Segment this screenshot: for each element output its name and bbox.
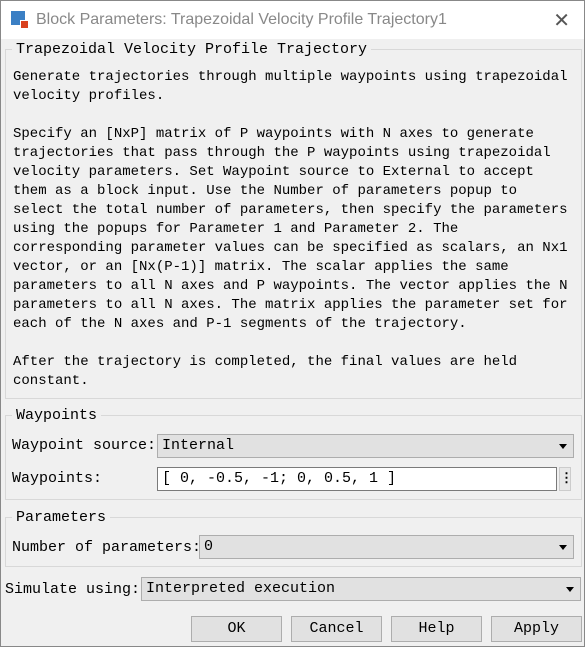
chevron-down-icon bbox=[559, 444, 567, 449]
number-of-parameters-value: 0 bbox=[204, 538, 214, 555]
help-button[interactable]: Help bbox=[391, 616, 482, 642]
description-line: parameters to all N axes and P waypoints… bbox=[13, 278, 568, 294]
description-line: them as a block input. Use the Number of… bbox=[13, 183, 518, 199]
number-of-parameters-select[interactable]: 0 bbox=[199, 535, 574, 559]
description-line: each of the N axes and P-1 segments of t… bbox=[13, 316, 467, 332]
waypoints-legend: Waypoints bbox=[16, 407, 98, 424]
waypoint-source-label: Waypoint source: bbox=[12, 437, 157, 454]
simulate-using-label: Simulate using: bbox=[5, 581, 141, 598]
waypoint-source-value: Internal bbox=[162, 437, 235, 454]
title-bar: Block Parameters: Trapezoidal Velocity P… bbox=[1, 1, 584, 39]
block-title: Trapezoidal Velocity Profile Trajectory bbox=[16, 41, 368, 58]
description-line: velocity parameters. Set Waypoint source… bbox=[13, 164, 534, 180]
apply-button[interactable]: Apply bbox=[491, 616, 582, 642]
cancel-button[interactable]: Cancel bbox=[291, 616, 382, 642]
description-line: corresponding parameter values can be sp… bbox=[13, 240, 568, 256]
description-line: Specify an [NxP] matrix of P waypoints w… bbox=[13, 126, 534, 142]
window-title: Block Parameters: Trapezoidal Velocity P… bbox=[36, 11, 447, 28]
waypoints-input[interactable]: [ 0, -0.5, -1; 0, 0.5, 1 ] bbox=[157, 467, 557, 491]
simulate-using-value: Interpreted execution bbox=[146, 580, 336, 597]
waypoints-label: Waypoints: bbox=[12, 470, 103, 487]
description-line: Generate trajectories through multiple w… bbox=[13, 69, 568, 85]
close-icon[interactable]: ✕ bbox=[553, 8, 570, 32]
description-line bbox=[13, 106, 568, 125]
chevron-down-icon bbox=[559, 545, 567, 550]
parameters-legend: Parameters bbox=[16, 509, 107, 526]
waypoint-source-select[interactable]: Internal bbox=[157, 434, 574, 458]
ok-button[interactable]: OK bbox=[191, 616, 282, 642]
chevron-down-icon bbox=[566, 587, 574, 592]
simulink-block-icon bbox=[11, 11, 29, 29]
description-line: After the trajectory is completed, the f… bbox=[13, 354, 518, 370]
description-line: velocity profiles. bbox=[13, 88, 165, 104]
block-description: Generate trajectories through multiple w… bbox=[13, 68, 568, 391]
description-line: parameters to all N axes. The matrix app… bbox=[13, 297, 568, 313]
description-line bbox=[13, 334, 568, 353]
description-line: select the total number of parameters, t… bbox=[13, 202, 568, 218]
number-of-parameters-label: Number of parameters: bbox=[12, 539, 202, 556]
vertical-ellipsis-icon[interactable]: ⋮ bbox=[559, 467, 573, 491]
simulate-using-select[interactable]: Interpreted execution bbox=[141, 577, 581, 601]
description-line: constant. bbox=[13, 373, 89, 389]
description-line: trajectories that pass through the P way… bbox=[13, 145, 551, 161]
description-line: using the popups for Parameter 1 and Par… bbox=[13, 221, 459, 237]
description-line: vector, or an [Nx(P-1)] matrix. The scal… bbox=[13, 259, 509, 275]
